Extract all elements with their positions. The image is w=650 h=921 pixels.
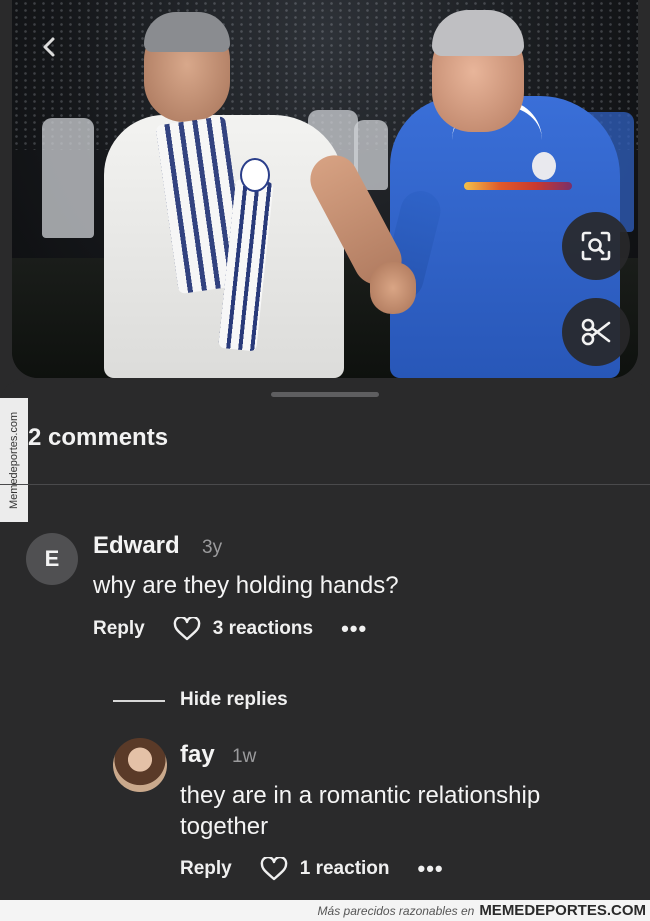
chevron-left-icon: [43, 37, 55, 57]
club-crest: [532, 152, 556, 180]
reply-button[interactable]: Reply: [93, 618, 145, 640]
hide-replies-button[interactable]: Hide replies: [180, 689, 288, 711]
post-photo[interactable]: [12, 0, 638, 378]
comments-count-title: 2 comments: [28, 424, 169, 451]
more-options-button[interactable]: •••: [418, 856, 444, 882]
reply-age: 1w: [232, 746, 257, 767]
right-man-hair: [432, 10, 524, 56]
avatar[interactable]: E: [26, 533, 78, 585]
reply-actions: Reply 1 reaction •••: [180, 856, 444, 882]
divider: [0, 484, 650, 485]
left-man-hair: [144, 12, 230, 52]
club-crest: [240, 158, 270, 192]
avatar[interactable]: [113, 738, 167, 792]
cut-button[interactable]: [562, 298, 630, 366]
footer-prefix: Más parecidos razonables en: [317, 903, 475, 918]
reactions-count[interactable]: 1 reaction: [300, 858, 390, 880]
like-button[interactable]: [260, 857, 288, 881]
shirt-stripe: [464, 182, 572, 190]
side-watermark: Memedeportes.com: [0, 398, 28, 522]
reactions-count[interactable]: 3 reactions: [213, 618, 313, 640]
more-options-button[interactable]: •••: [341, 616, 367, 642]
back-button[interactable]: [32, 32, 68, 68]
visual-search-icon: [581, 231, 611, 261]
heart-icon: [173, 617, 201, 641]
like-button[interactable]: [173, 617, 201, 641]
comment-age: 3y: [202, 537, 223, 558]
screen: Memedeportes.com 2 comments E Edward 3y …: [0, 0, 650, 900]
sheet-drag-handle[interactable]: [271, 392, 379, 397]
visual-search-button[interactable]: [562, 212, 630, 280]
reply-text: they are in a romantic relationship toge…: [180, 782, 541, 840]
comment-actions: Reply 3 reactions •••: [93, 616, 367, 642]
comment-text: why are they holding hands?: [93, 572, 399, 599]
reply-author[interactable]: fay: [180, 741, 215, 769]
background-person: [42, 118, 94, 238]
footer-watermark: Más parecidos razonables en MEMEDEPORTES…: [0, 900, 650, 921]
footer-brand: MEMEDEPORTES.COM: [479, 902, 646, 919]
replies-divider: [113, 700, 165, 702]
reply-button[interactable]: Reply: [180, 858, 232, 880]
comment-author[interactable]: Edward: [93, 532, 180, 560]
avatar-letter: E: [44, 546, 60, 571]
heart-icon: [260, 857, 288, 881]
scissors-icon: [581, 318, 611, 346]
holding-hands: [370, 262, 416, 314]
